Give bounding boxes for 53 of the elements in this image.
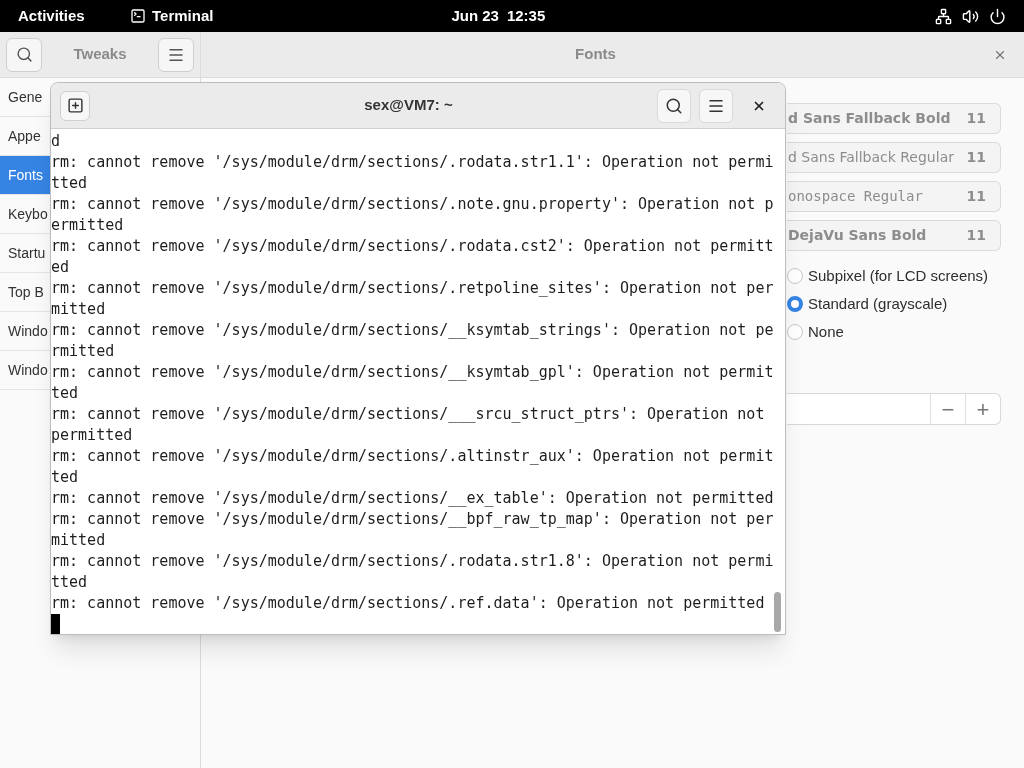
menu-button[interactable]: [158, 37, 194, 72]
terminal-line: ermitted: [51, 215, 124, 236]
terminal-cursor: [51, 614, 60, 634]
power-icon[interactable]: [989, 7, 1006, 25]
terminal-line: rm: cannot remove '/sys/module/drm/sections/.note.gnu.property': Operation not p: [51, 194, 774, 215]
volume-icon[interactable]: [962, 7, 979, 25]
plus-square-icon: [66, 97, 84, 114]
terminal-line: mitted: [51, 299, 106, 320]
terminal-line: rm: cannot remove '/sys/module/drm/sections/.altinstr_aux': Operation not permit: [51, 446, 774, 467]
window-title: sex@VM7: ~: [363, 95, 454, 116]
terminal-line: rm: cannot remove '/sys/module/drm/sections/.ref.data': Operation not permitted: [51, 593, 765, 614]
menu-button[interactable]: [699, 88, 733, 123]
page-title: Fonts: [574, 44, 617, 65]
new-tab-button[interactable]: [60, 90, 90, 121]
network-icon[interactable]: [935, 7, 952, 25]
search-icon: [15, 46, 33, 63]
clock-date[interactable]: Jun 23: [451, 4, 499, 28]
app-menu-label[interactable]: Terminal: [152, 4, 214, 28]
terminal-line: rm: cannot remove '/sys/module/drm/sections/__ex_table': Operation not permitted: [51, 488, 774, 509]
terminal-line: rm: cannot remove '/sys/module/drm/sections/__bpf_raw_tp_map': Operation not per: [51, 509, 774, 530]
terminal-line: tted: [51, 173, 88, 194]
terminal-line: ted: [51, 467, 79, 488]
terminal-line: tted: [51, 572, 88, 593]
terminal-line: rm: cannot remove '/sys/module/drm/sections/.retpoline_sites': Operation not per: [51, 278, 774, 299]
radio-label: Standard (grayscale): [808, 293, 948, 314]
terminal-line: d: [51, 131, 61, 152]
search-button[interactable]: [657, 88, 691, 123]
radio-label: None: [808, 321, 844, 342]
terminal-line: rm: cannot remove '/sys/module/drm/sections/__ksymtab_strings': Operation not pe: [51, 320, 774, 341]
terminal-icon: [130, 8, 146, 24]
terminal-line: rm: cannot remove '/sys/module/drm/sections/.rodata.str1.1': Operation not permi: [51, 152, 774, 173]
app-title: Tweaks: [72, 44, 128, 65]
terminal-line: mitted: [51, 530, 106, 551]
radio-button[interactable]: [787, 268, 803, 284]
terminal-line: rmitted: [51, 341, 115, 362]
terminal-line: ted: [51, 383, 79, 404]
clock-time[interactable]: 12:35: [506, 4, 546, 28]
sidebar-item[interactable]: Fonts: [0, 156, 50, 195]
radio-button[interactable]: [787, 296, 803, 312]
terminal-line: rm: cannot remove '/sys/module/drm/sections/___srcu_struct_ptrs': Operation not: [51, 404, 765, 425]
decrease-button[interactable]: −: [930, 394, 965, 424]
terminal-line: rm: cannot remove '/sys/module/drm/sections/__ksymtab_gpl': Operation not permit: [51, 362, 774, 383]
terminal-line: rm: cannot remove '/sys/module/drm/sections/.rodata.str1.8': Operation not permi: [51, 551, 774, 572]
terminal-line: rm: cannot remove '/sys/module/drm/sections/.rodata.cst2': Operation not permitt: [51, 236, 774, 257]
terminal-line: permitted: [51, 425, 133, 446]
increase-button[interactable]: +: [965, 394, 1000, 424]
radio-button[interactable]: [787, 324, 803, 340]
search-icon: [665, 96, 683, 115]
search-button[interactable]: [6, 37, 42, 72]
radio-label: Subpixel (for LCD screens): [808, 265, 989, 286]
scale-field[interactable]: − +: [787, 393, 1001, 425]
activities-button[interactable]: Activities: [18, 4, 130, 28]
terminal-line: ed: [51, 257, 70, 278]
